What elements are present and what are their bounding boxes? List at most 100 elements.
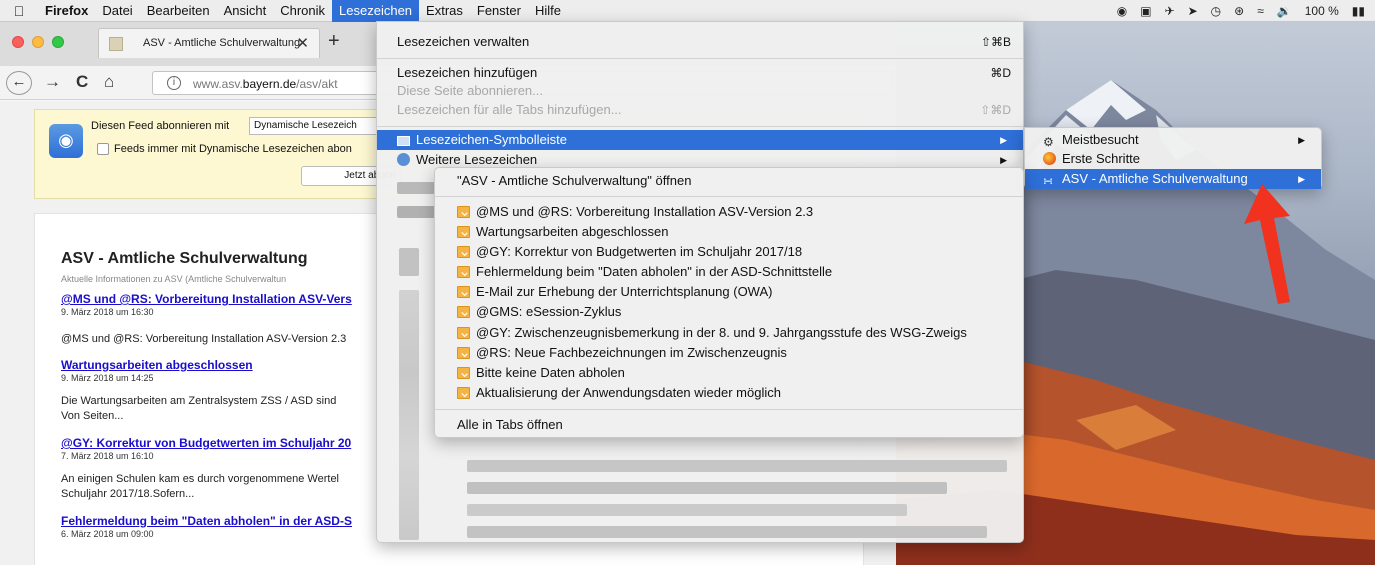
feed-item[interactable]: @GMS: eSession-Zyklus	[435, 302, 1023, 322]
menu-item-subscribe-page: Diese Seite abonnieren...	[397, 83, 543, 98]
menu-separator	[435, 409, 1023, 410]
bluetooth-icon[interactable]: ⊛	[1234, 4, 1244, 18]
feed-item-icon	[457, 306, 470, 318]
blurred-item	[397, 206, 435, 218]
feed-item-icon	[457, 206, 470, 218]
feed-item-icon	[457, 327, 470, 339]
status-app-icon-3[interactable]: ✈	[1165, 4, 1175, 18]
article-link[interactable]: @GY: Korrektur von Budgetwerten im Schul…	[61, 436, 351, 450]
volume-icon[interactable]: 🔉	[1277, 4, 1292, 18]
article-date: 9. März 2018 um 14:25	[61, 373, 154, 383]
blurred-item	[397, 182, 435, 194]
close-window-icon[interactable]	[12, 36, 24, 48]
feed-always-checkbox[interactable]: Feeds immer mit Dynamische Lesezeichen a…	[97, 143, 352, 155]
article-text: Die Wartungsarbeiten am Zentralsystem ZS…	[61, 395, 337, 422]
battery-percent[interactable]: 100 %	[1305, 4, 1339, 18]
tab-asv[interactable]: ASV - Amtliche Schulverwaltung ✕	[98, 28, 320, 58]
blurred-item	[467, 504, 907, 516]
reload-icon[interactable]: C	[76, 72, 88, 92]
menu-app-firefox[interactable]: Firefox	[38, 0, 95, 22]
feed-item[interactable]: @GY: Korrektur von Budgetwerten im Schul…	[435, 242, 1023, 262]
home-icon[interactable]: ⌂	[104, 72, 114, 92]
tab-title: ASV - Amtliche Schulverwaltung	[143, 37, 301, 49]
menu-item-manage-bookmarks[interactable]: Lesezeichen verwalten ⇧⌘B	[377, 32, 1023, 52]
red-annotation-arrow-icon	[1244, 184, 1290, 304]
page-title: ASV - Amtliche Schulverwaltung	[61, 250, 308, 267]
minimize-window-icon[interactable]	[32, 36, 44, 48]
menu-hilfe[interactable]: Hilfe	[528, 0, 568, 22]
article-text: An einigen Schulen kam es durch vorgenom…	[61, 473, 340, 500]
blurred-item	[399, 290, 419, 540]
article-link[interactable]: Fehlermeldung beim "Daten abholen" in de…	[61, 514, 352, 528]
rss-icon: ∺	[1043, 174, 1054, 188]
menu-chronik[interactable]: Chronik	[273, 0, 332, 22]
feed-item-icon	[457, 367, 470, 379]
article-entry: @GY: Korrektur von Budgetwerten im Schul…	[61, 436, 351, 461]
article-link[interactable]: @MS und @RS: Vorbereitung Installation A…	[61, 292, 352, 306]
menu-separator	[377, 58, 1023, 59]
article-date: 9. März 2018 um 16:30	[61, 307, 154, 317]
article-entry: @MS und @RS: Vorbereitung Installation A…	[61, 292, 352, 317]
feed-item[interactable]: E-Mail zur Erhebung der Unterrichtsplanu…	[435, 282, 1023, 302]
firefox-icon	[1043, 152, 1056, 165]
article-link[interactable]: Wartungsarbeiten abgeschlossen	[61, 358, 253, 372]
url-text[interactable]: www.asv.bayern.de/asv/akt	[193, 77, 338, 91]
feed-item[interactable]: @GY: Zwischenzeugnisbemerkung in der 8. …	[435, 323, 1023, 343]
feed-item[interactable]: Aktualisierung der Anwendungsdaten wiede…	[435, 383, 1023, 403]
other-bookmarks-icon	[397, 153, 410, 166]
menu-bar:  Firefox Datei Bearbeiten Ansicht Chron…	[0, 0, 1375, 22]
battery-icon[interactable]: ▮▮	[1352, 4, 1365, 18]
forward-arrow-icon[interactable]: →	[44, 72, 61, 92]
apple-icon[interactable]: 	[0, 3, 38, 19]
fullscreen-window-icon[interactable]	[52, 36, 64, 48]
article-text: @MS und @RS: Vorbereitung Installation A…	[61, 333, 347, 345]
menu-lesezeichen[interactable]: Lesezeichen	[332, 0, 420, 22]
feed-item-icon	[457, 246, 470, 258]
menu-separator	[377, 126, 1023, 127]
menu-item-add-bookmark[interactable]: Lesezeichen hinzufügen ⌘D	[377, 63, 1023, 83]
feed-subscribe-label: Diesen Feed abonnieren mit	[91, 120, 230, 132]
menu-item-bookmark-all-tabs: Lesezeichen für alle Tabs hinzufügen... ⇧…	[397, 102, 1011, 117]
checkbox-icon[interactable]	[97, 143, 109, 155]
article-entry: Fehlermeldung beim "Daten abholen" in de…	[61, 514, 352, 539]
feed-item[interactable]: Fehlermeldung beim "Daten abholen" in de…	[435, 262, 1023, 282]
menu-ansicht[interactable]: Ansicht	[217, 0, 274, 22]
rss-feed-icon: ◉	[49, 124, 83, 158]
feed-item[interactable]: @MS und @RS: Vorbereitung Installation A…	[435, 202, 1023, 222]
feed-item-icon	[457, 266, 470, 278]
time-machine-icon[interactable]: ◷	[1211, 4, 1221, 18]
feed-submenu: "ASV - Amtliche Schulverwaltung" öffnen …	[434, 167, 1024, 438]
menu-item-getting-started[interactable]: Erste Schritte	[1025, 149, 1321, 169]
blurred-item	[399, 248, 419, 276]
page-subtitle: Aktuelle Informationen zu ASV (Amtliche …	[61, 274, 287, 284]
feed-reader-select[interactable]: Dynamische Lesezeich	[249, 117, 379, 135]
feed-item-icon	[457, 347, 470, 359]
back-arrow-icon[interactable]: ←	[6, 71, 32, 95]
feed-item-icon	[457, 387, 470, 399]
menu-extras[interactable]: Extras	[419, 0, 470, 22]
menu-item-most-visited[interactable]: ⚙ Meistbesucht ▶	[1025, 130, 1321, 150]
blurred-item	[467, 482, 947, 494]
blurred-item	[467, 526, 987, 538]
status-app-icon-4[interactable]: ➤	[1188, 4, 1198, 18]
status-app-icon[interactable]: ◉	[1117, 4, 1127, 18]
menu-item-open-feed[interactable]: "ASV - Amtliche Schulverwaltung" öffnen	[435, 171, 1023, 191]
article-date: 7. März 2018 um 16:10	[61, 451, 154, 461]
status-app-icon-2[interactable]: ▣	[1140, 4, 1151, 18]
feed-always-label: Feeds immer mit Dynamische Lesezeichen a…	[114, 143, 352, 155]
menu-separator	[435, 196, 1023, 197]
menu-item-open-all-in-tabs[interactable]: Alle in Tabs öffnen	[435, 415, 1023, 435]
feed-item-icon	[457, 226, 470, 238]
feed-item[interactable]: @RS: Neue Fachbezeichnungen im Zwischenz…	[435, 343, 1023, 363]
site-info-icon[interactable]: i	[167, 76, 181, 90]
menu-item-bookmarks-toolbar[interactable]: Lesezeichen-Symbolleiste ▶	[377, 130, 1023, 150]
wifi-icon[interactable]: ≈	[1257, 4, 1264, 18]
menu-fenster[interactable]: Fenster	[470, 0, 528, 22]
new-tab-icon[interactable]: +	[328, 30, 340, 53]
menu-bearbeiten[interactable]: Bearbeiten	[140, 0, 217, 22]
feed-item[interactable]: Wartungsarbeiten abgeschlossen	[435, 222, 1023, 242]
menu-datei[interactable]: Datei	[95, 0, 139, 22]
feed-item[interactable]: Bitte keine Daten abholen	[435, 363, 1023, 383]
feed-item-icon	[457, 286, 470, 298]
tab-close-icon[interactable]: ✕	[296, 34, 309, 52]
